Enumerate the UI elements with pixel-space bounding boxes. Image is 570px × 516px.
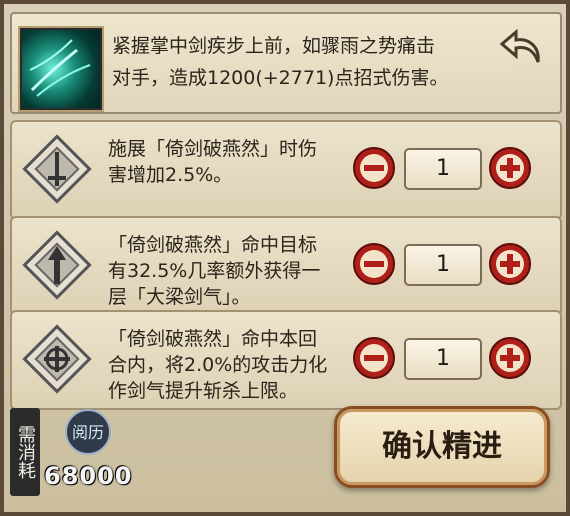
minus-icon (353, 147, 395, 189)
skill-description-line2: 对手，造成1200(+2771)点招式伤害。 (112, 67, 449, 89)
upgrade-description-line: 合内，将2.0%的攻击力化 (108, 354, 328, 376)
back-button[interactable] (498, 28, 546, 70)
plus-icon (489, 243, 531, 285)
sword-emblem-icon (20, 132, 94, 206)
upgrade-row-execute-cap: 「倚剑破燕然」命中本回 合内，将2.0%的攻击力化 作剑气提升斩杀上限。 1 (10, 310, 562, 410)
increase-button[interactable] (488, 242, 532, 286)
upgrade-description: 「倚剑破燕然」命中目标 有32.5%几率额外获得一 层「大梁剑气」。 (108, 232, 356, 310)
upgrade-row-damage: 施展「倚剑破燕然」时伤 害增加2.5%。 1 (10, 120, 562, 220)
upgrade-description-line: 作剑气提升斩杀上限。 (108, 380, 299, 402)
minus-icon (353, 243, 395, 285)
upgrade-description: 施展「倚剑破燕然」时伤 害增加2.5%。 (108, 136, 356, 188)
cost-amount: 68000 (44, 462, 133, 490)
upgrade-panel: 紧握掌中剑疾步上前，如骤雨之势痛击 对手，造成1200(+2771)点招式伤害。… (0, 0, 570, 516)
upgrade-description: 「倚剑破燕然」命中本回 合内，将2.0%的攻击力化 作剑气提升斩杀上限。 (108, 326, 356, 404)
curved-back-arrow-icon (499, 28, 540, 63)
upgrade-description-line: 害增加2.5%。 (108, 164, 233, 186)
cost-label: 需消耗 (10, 408, 40, 496)
decrease-button[interactable] (352, 336, 396, 380)
upgrade-count: 1 (404, 148, 482, 190)
upgrade-count: 1 (404, 244, 482, 286)
book-currency-icon: 阅历 (62, 408, 114, 460)
currency-name: 阅历 (72, 423, 104, 442)
decrease-button[interactable] (352, 242, 396, 286)
plus-icon (489, 147, 531, 189)
confirm-refine-button[interactable]: 确认精进 (334, 406, 550, 488)
upgrade-description-line: 有32.5%几率额外获得一 (108, 260, 321, 282)
arrow-emblem-icon (20, 228, 94, 302)
upgrade-row-sword-qi-chance: 「倚剑破燕然」命中目标 有32.5%几率额外获得一 层「大梁剑气」。 1 (10, 216, 562, 316)
upgrade-description-line: 层「大梁剑气」。 (108, 286, 251, 308)
increase-button[interactable] (488, 146, 532, 190)
increase-button[interactable] (488, 336, 532, 380)
minus-icon (353, 337, 395, 379)
skill-description: 紧握掌中剑疾步上前，如骤雨之势痛击 对手，造成1200(+2771)点招式伤害。 (112, 30, 512, 94)
upgrade-description-line: 施展「倚剑破燕然」时伤 (108, 138, 318, 160)
upgrade-count: 1 (404, 338, 482, 380)
skill-description-line1: 紧握掌中剑疾步上前，如骤雨之势痛击 (112, 35, 436, 57)
upgrade-description-line: 「倚剑破燕然」命中目标 (108, 234, 318, 256)
plus-icon (489, 337, 531, 379)
decrease-button[interactable] (352, 146, 396, 190)
upgrade-description-line: 「倚剑破燕然」命中本回 (108, 328, 318, 350)
teal-sword-swirl-icon (20, 28, 102, 110)
skill-summary: 紧握掌中剑疾步上前，如骤雨之势痛击 对手，造成1200(+2771)点招式伤害。 (10, 12, 562, 114)
cross-emblem-icon (20, 322, 94, 396)
